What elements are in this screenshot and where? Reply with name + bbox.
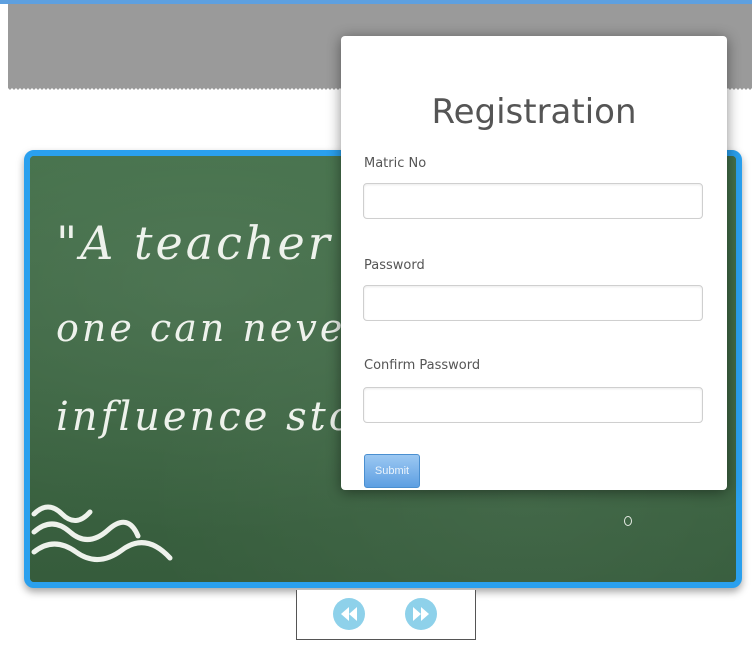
- chalk-mark: [624, 516, 632, 526]
- quote-line-2: one can never: [56, 306, 367, 350]
- matric-label: Matric No: [364, 156, 427, 171]
- submit-button[interactable]: Submit: [364, 454, 420, 488]
- confirm-password-input[interactable]: [363, 387, 703, 423]
- quote-line-1: "A teacher: [56, 216, 333, 270]
- modal-title: Registration: [431, 92, 637, 132]
- password-input[interactable]: [363, 285, 703, 321]
- matric-input[interactable]: [363, 183, 703, 219]
- quote-line-3: influence stop: [56, 394, 385, 440]
- password-label: Password: [364, 258, 425, 273]
- chalk-waves-icon: [31, 504, 173, 562]
- fast-forward-icon[interactable]: [405, 598, 437, 630]
- rewind-icon[interactable]: [333, 598, 365, 630]
- confirm-password-label: Confirm Password: [364, 358, 481, 373]
- registration-modal: Registration Matric No Password Confirm …: [341, 36, 727, 490]
- slider-nav: [296, 590, 476, 640]
